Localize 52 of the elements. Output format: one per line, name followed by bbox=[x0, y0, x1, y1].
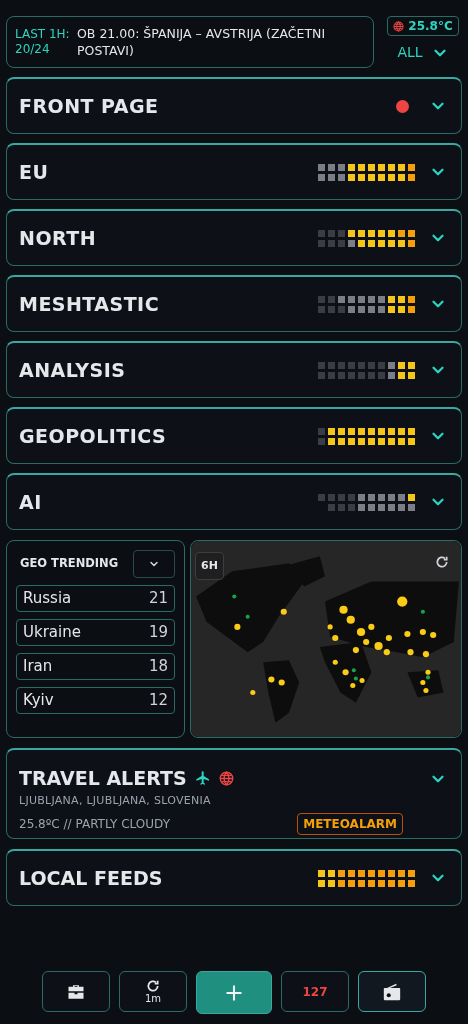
section-title: NORTH bbox=[19, 225, 98, 251]
section-header[interactable]: FRONT PAGE bbox=[6, 77, 462, 134]
briefcase-icon bbox=[67, 983, 85, 1000]
trending-item[interactable]: Ukraine 19 bbox=[16, 619, 175, 646]
globe-icon bbox=[393, 20, 405, 32]
trending-count: 19 bbox=[148, 622, 168, 644]
travel-alerts-card[interactable]: TRAVEL ALERTS LJUBLJANA, LJUBLJANA, SLOVENIA 25.8ºC // PARTLY CLOUDY METEOALARM bbox=[6, 748, 462, 839]
radio-button[interactable] bbox=[358, 971, 426, 1012]
panel-title: GEO TRENDING bbox=[19, 555, 119, 573]
ticker-headline: OB 21.00: ŠPANIJA – AVSTRIJA (ZAČETNI POSTAVI) bbox=[77, 25, 327, 59]
radio-icon bbox=[382, 982, 402, 1001]
section-header[interactable]: AI bbox=[6, 473, 462, 530]
section-title: TRAVEL ALERTS bbox=[19, 766, 187, 791]
temperature: 25.8°C bbox=[408, 18, 453, 35]
trending-name: Iran bbox=[23, 656, 53, 678]
location-text: LJUBLJANA, LJUBLJANA, SLOVENIA bbox=[19, 792, 212, 809]
trending-count: 12 bbox=[148, 690, 168, 712]
trending-count: 18 bbox=[148, 656, 168, 678]
section-title: FRONT PAGE bbox=[19, 93, 160, 119]
news-ticker[interactable]: LAST 1H: 20/24 OB 21.00: ŠPANIJA – AVSTRIJA (ZAČETNI POSTAVI) bbox=[6, 16, 374, 68]
ticker-count: 20/24 bbox=[15, 42, 51, 57]
section-header[interactable]: GEOPOLITICS bbox=[6, 407, 462, 464]
trending-item[interactable]: Iran 18 bbox=[16, 653, 175, 680]
trending-item[interactable]: Kyiv 12 bbox=[16, 687, 175, 714]
refresh-button[interactable]: 1m bbox=[119, 971, 187, 1012]
meteoalarm-badge[interactable]: METEOALARM bbox=[297, 813, 403, 835]
section-title: ANALYSIS bbox=[19, 357, 127, 383]
globe-icon bbox=[218, 770, 234, 786]
trending-name: Russia bbox=[23, 588, 72, 610]
section-title: EU bbox=[19, 159, 50, 185]
airplane-icon bbox=[194, 770, 211, 787]
section-title: LOCAL FEEDS bbox=[19, 865, 164, 891]
section-header[interactable]: EU bbox=[6, 143, 462, 200]
section-header[interactable]: MESHTASTIC bbox=[6, 275, 462, 332]
section-header[interactable]: ANALYSIS bbox=[6, 341, 462, 398]
section-title: MESHTASTIC bbox=[19, 291, 161, 317]
section-header[interactable]: NORTH bbox=[6, 209, 462, 266]
section-title: GEOPOLITICS bbox=[19, 423, 168, 449]
trending-item[interactable]: Russia 21 bbox=[16, 585, 175, 612]
weather-text: 25.8ºC // PARTLY CLOUDY bbox=[19, 816, 170, 833]
count-button[interactable]: 127 bbox=[281, 971, 349, 1012]
trending-name: Kyiv bbox=[23, 690, 54, 712]
refresh-icon[interactable] bbox=[435, 555, 449, 569]
refresh-icon bbox=[146, 978, 160, 993]
trending-name: Ukraine bbox=[23, 622, 81, 644]
ticker-label: LAST 1H: bbox=[15, 27, 71, 42]
filter-dropdown[interactable]: ALL bbox=[397, 42, 449, 63]
time-range-button[interactable]: 6H bbox=[195, 552, 224, 580]
trending-count: 21 bbox=[148, 588, 168, 610]
briefcase-button[interactable] bbox=[42, 971, 110, 1012]
section-header[interactable]: LOCAL FEEDS bbox=[6, 849, 462, 906]
section-title: AI bbox=[19, 489, 43, 515]
